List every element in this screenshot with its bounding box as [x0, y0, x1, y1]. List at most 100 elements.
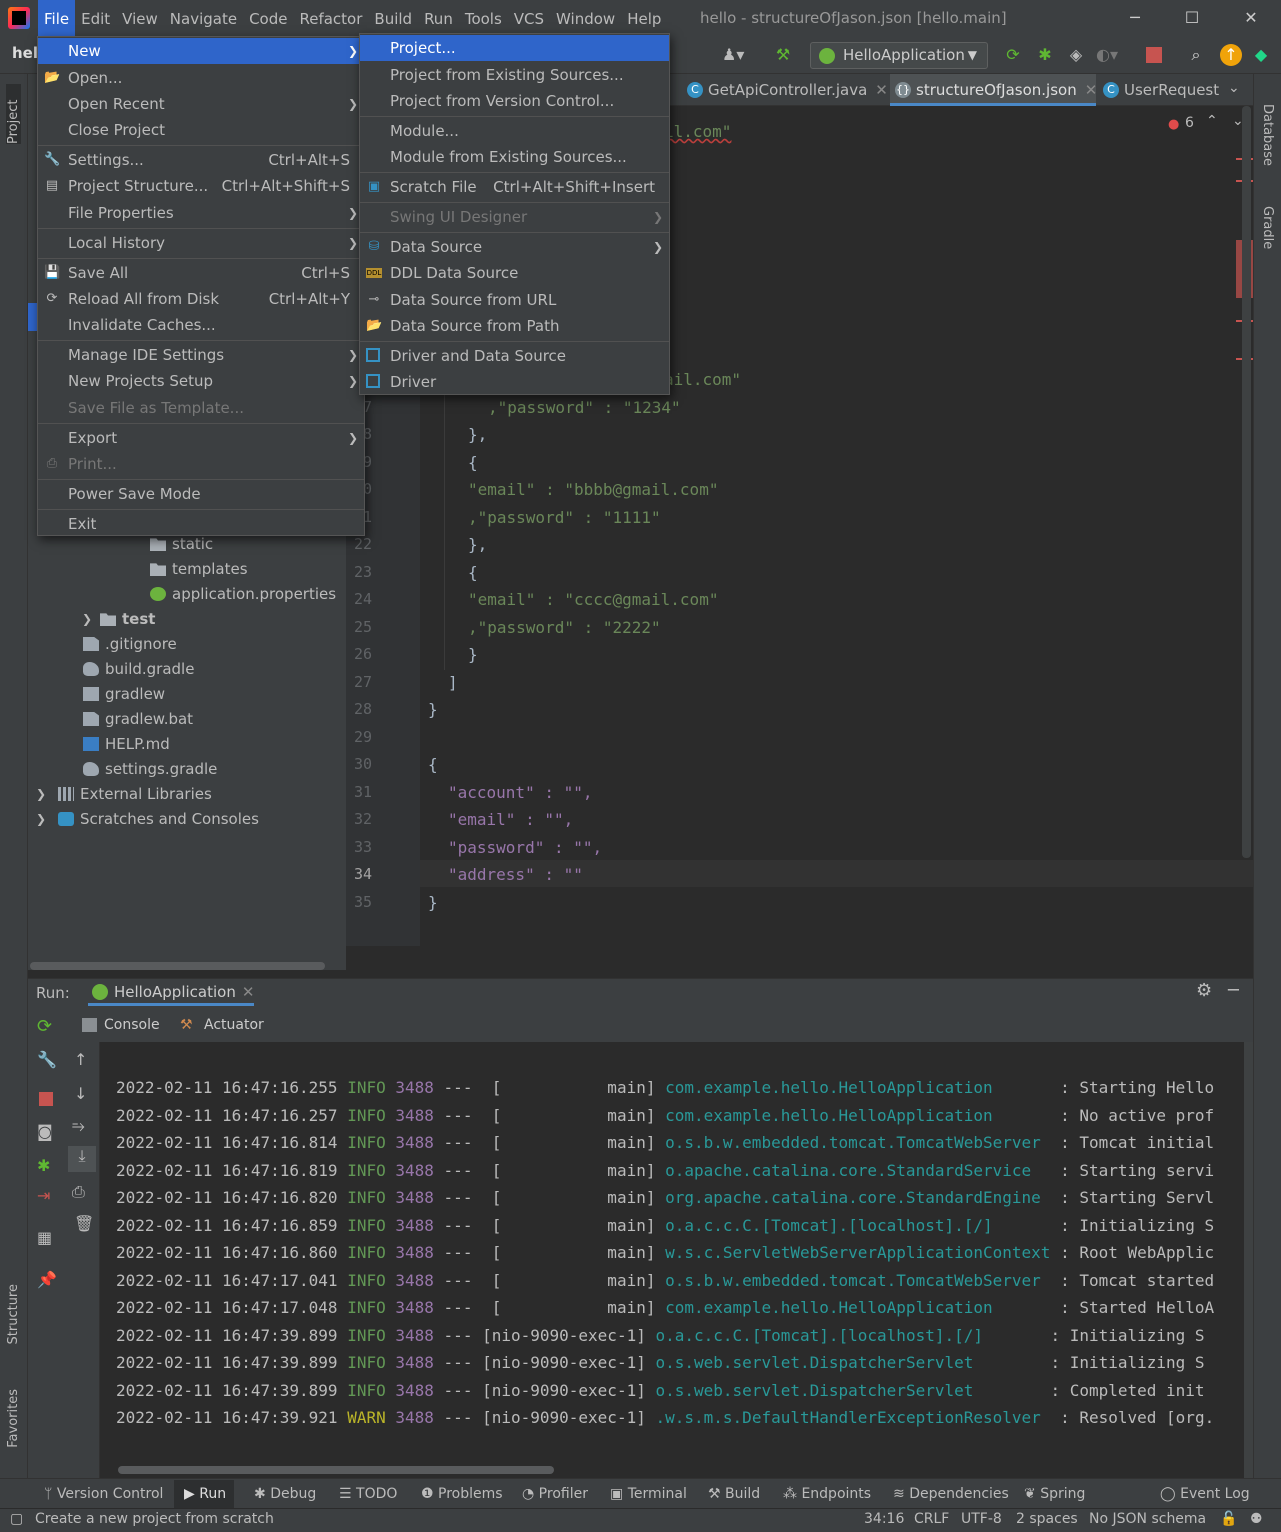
tool-problems[interactable]: ❶ Problems	[421, 1486, 503, 1502]
menu-item-save-all[interactable]: 💾 Save All Ctrl+S	[38, 260, 364, 286]
code-line[interactable]: il.com"	[664, 122, 731, 141]
tool-run[interactable]: ▶ Run	[184, 1486, 226, 1502]
tool-version-control[interactable]: ᛘ Version Control	[44, 1486, 163, 1502]
vcs-user-icon[interactable]: ♟▾	[722, 44, 744, 66]
rerun-icon[interactable]: ⟳	[1002, 44, 1024, 66]
structure-tool-tab[interactable]: Structure	[6, 1284, 21, 1344]
tree-item-help-md[interactable]: HELP.md	[83, 735, 170, 753]
tree-item-application-properties[interactable]: application.properties	[150, 585, 336, 603]
scroll-to-end-icon[interactable]: ⤓	[68, 1146, 96, 1172]
tab-getapicontroller[interactable]: C GetApiController.java ✕	[682, 74, 888, 106]
jetbrains-icon[interactable]: ◆	[1250, 44, 1272, 66]
tree-item-scratches[interactable]: ❯ Scratches and Consoles	[36, 810, 259, 828]
tree-item-external-libraries[interactable]: ❯ External Libraries	[36, 785, 212, 803]
menu-item-invalidate[interactable]: Invalidate Caches...	[38, 312, 364, 338]
menu-item-project-structure[interactable]: ▤ Project Structure... Ctrl+Alt+Shift+S	[38, 173, 364, 199]
tab-list-chevron-icon[interactable]: ⌄	[1228, 80, 1240, 96]
tool-event-log[interactable]: ◯ Event Log	[1160, 1486, 1250, 1502]
menu-item-driver[interactable]: Driver	[360, 369, 669, 395]
menu-run[interactable]: Run	[418, 0, 459, 36]
project-h-scrollbar[interactable]	[30, 962, 325, 970]
wrench-icon[interactable]: 🔧	[37, 1050, 57, 1069]
pin-icon[interactable]: 📌	[37, 1270, 57, 1289]
menu-item-driver-ds[interactable]: Driver and Data Source	[360, 343, 669, 369]
tree-item-build-gradle[interactable]: build.gradle	[83, 660, 194, 678]
tree-item-static[interactable]: static	[150, 535, 213, 553]
project-breadcrumb[interactable]: hel	[12, 44, 38, 62]
project-tool-tab[interactable]: Project	[6, 84, 21, 144]
code-line[interactable]: },	[468, 535, 487, 554]
tab-close-icon[interactable]: ✕	[1085, 81, 1098, 99]
menu-item-project[interactable]: Project...	[360, 35, 669, 61]
tree-item-templates[interactable]: templates	[150, 560, 248, 578]
status-toggle-icon[interactable]: ▢	[10, 1511, 23, 1527]
menu-item-manage-ide[interactable]: Manage IDE Settings ❯	[38, 342, 364, 368]
code-line[interactable]: ail.com"	[664, 370, 741, 389]
menu-refactor[interactable]: Refactor	[293, 0, 368, 36]
menu-item-ddl-data-source[interactable]: DDL DDL Data Source	[360, 260, 669, 286]
tree-item-test[interactable]: ❯ test	[82, 610, 155, 628]
code-line[interactable]: "email" : "cccc@gmail.com"	[468, 590, 718, 609]
hide-panel-icon[interactable]: ─	[1228, 980, 1239, 1001]
code-line[interactable]: "email" : "bbbb@gmail.com"	[468, 480, 718, 499]
menu-window[interactable]: Window	[550, 0, 621, 36]
menu-item-data-source[interactable]: ⛁ Data Source ❯	[360, 234, 669, 260]
down-arrow-icon[interactable]: ↓	[74, 1084, 87, 1103]
code-line[interactable]: {	[468, 563, 478, 582]
tree-item-gitignore[interactable]: .gitignore	[83, 635, 177, 653]
tool-debug[interactable]: ✱ Debug	[254, 1486, 316, 1502]
code-line[interactable]: ,"password" : "1111"	[468, 508, 661, 527]
tool-build[interactable]: ⚒ Build	[708, 1486, 760, 1502]
menu-navigate[interactable]: Navigate	[164, 0, 243, 36]
code-line[interactable]: }	[468, 645, 478, 664]
editor-scroll-track[interactable]	[1242, 106, 1251, 858]
error-count[interactable]: 6	[1185, 115, 1194, 131]
code-line[interactable]: },	[468, 425, 487, 444]
tool-profiler[interactable]: ◔ Profiler	[522, 1486, 588, 1502]
menu-item-exit[interactable]: Exit	[38, 511, 364, 537]
tool-terminal[interactable]: ▣ Terminal	[610, 1486, 687, 1502]
exit-icon[interactable]: ⇥	[37, 1186, 50, 1205]
console-tab[interactable]: Console	[82, 1017, 160, 1033]
indent-setting[interactable]: 2 spaces	[1016, 1511, 1078, 1527]
menu-item-ds-path[interactable]: 📂 Data Source from Path	[360, 313, 669, 339]
json-schema[interactable]: No JSON schema	[1089, 1511, 1206, 1527]
stop-icon[interactable]	[1146, 47, 1162, 63]
up-arrow-icon[interactable]: ↑	[74, 1050, 87, 1069]
code-line[interactable]: "password" : "",	[448, 838, 602, 857]
menu-item-open[interactable]: 📂 Open...	[38, 65, 364, 91]
tree-item-settings-gradle[interactable]: settings.gradle	[83, 760, 217, 778]
profile-icon[interactable]: ◐▾	[1096, 44, 1118, 66]
close-icon[interactable]: ✕	[1226, 0, 1276, 36]
code-line[interactable]: {	[428, 755, 438, 774]
menu-item-new[interactable]: New ❯	[38, 38, 364, 64]
menu-item-project-from-vcs[interactable]: Project from Version Control...	[360, 88, 669, 114]
tree-item-gradlew[interactable]: gradlew	[83, 685, 165, 703]
actuator-tab[interactable]: ⚒ Actuator	[180, 1017, 264, 1033]
menu-file[interactable]: File	[38, 0, 76, 36]
menu-item-reload[interactable]: ⟳ Reload All from Disk Ctrl+Alt+Y	[38, 286, 364, 312]
tool-endpoints[interactable]: ⁂ Endpoints	[783, 1486, 871, 1502]
menu-item-project-from-existing[interactable]: Project from Existing Sources...	[360, 62, 669, 88]
menu-view[interactable]: View	[116, 0, 164, 36]
stop-icon[interactable]	[39, 1092, 53, 1106]
code-line[interactable]: "email" : "",	[448, 810, 573, 829]
layout-icon[interactable]: ▦	[37, 1228, 52, 1247]
code-line[interactable]: }	[428, 700, 438, 719]
search-icon[interactable]: ⌕	[1185, 44, 1207, 66]
build-hammer-icon[interactable]: ⚒	[772, 44, 794, 66]
menu-tools[interactable]: Tools	[459, 0, 508, 36]
menu-item-export[interactable]: Export ❯	[38, 425, 364, 451]
lock-icon[interactable]: 🔓	[1220, 1511, 1237, 1527]
console-output[interactable]: 2022-02-11 16:47:16.255 INFO 3488 --- [ …	[100, 1042, 1253, 1478]
file-encoding[interactable]: UTF-8	[961, 1511, 1002, 1527]
print-icon[interactable]: ⎙	[72, 1182, 85, 1202]
error-icon[interactable]: ●	[1168, 117, 1179, 132]
menu-item-open-recent[interactable]: Open Recent ❯	[38, 91, 364, 117]
console-h-scrollbar[interactable]	[118, 1466, 554, 1474]
menu-item-new-projects-setup[interactable]: New Projects Setup ❯	[38, 368, 364, 394]
menu-item-ds-url[interactable]: ⊸ Data Source from URL	[360, 287, 669, 313]
run-config-tab[interactable]: HelloApplication ✕	[88, 982, 255, 1006]
menu-edit[interactable]: Edit	[75, 0, 116, 36]
settings-gear-icon[interactable]: ⚙	[1196, 980, 1212, 1001]
